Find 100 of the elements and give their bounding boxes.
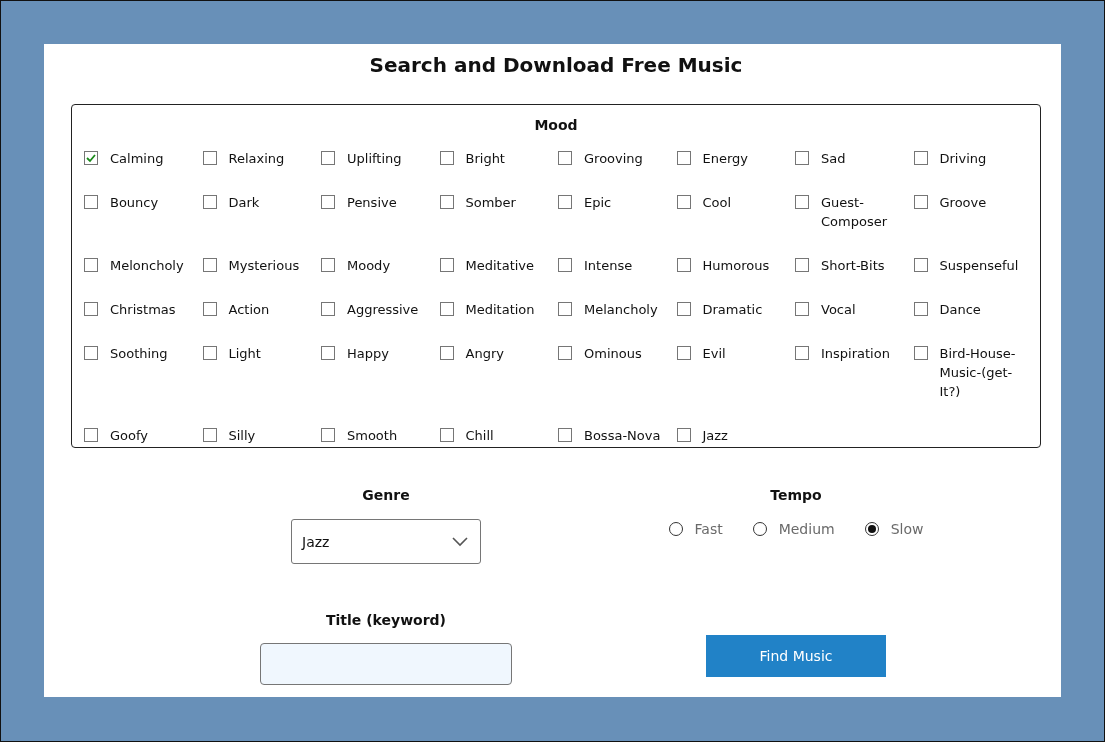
- checkbox[interactable]: [795, 258, 809, 272]
- radio-label: Slow: [890, 520, 924, 539]
- radio-button[interactable]: [752, 522, 767, 536]
- checkbox[interactable]: [913, 302, 928, 316]
- checkbox-label: Bouncy: [110, 194, 159, 212]
- checkbox[interactable]: [676, 302, 691, 316]
- checkbox-label: Guest-Composer: [821, 194, 888, 231]
- checkbox[interactable]: [558, 258, 572, 272]
- checkbox-label: Driving: [939, 150, 987, 168]
- checkbox[interactable]: [84, 195, 98, 209]
- checkbox-label: Smooth: [347, 427, 398, 445]
- checkbox[interactable]: [202, 346, 217, 360]
- checkbox-label: Uplifting: [347, 150, 402, 168]
- checkbox-label: Christmas: [110, 301, 176, 319]
- radio-button[interactable]: [668, 522, 683, 536]
- checkbox-label: Calming: [110, 150, 164, 168]
- checkbox-label: Mysterious: [228, 257, 300, 275]
- checkbox[interactable]: [795, 151, 809, 165]
- checkbox-label: Chill: [465, 427, 494, 445]
- checkbox-label: Intense: [584, 257, 633, 275]
- checkbox[interactable]: [202, 151, 217, 165]
- radio-button[interactable]: [864, 522, 879, 536]
- checkbox-label: Dark: [228, 194, 260, 212]
- radio-label: Medium: [778, 520, 835, 539]
- checkbox[interactable]: [84, 346, 98, 360]
- checkbox[interactable]: [558, 428, 572, 442]
- checkbox[interactable]: [676, 151, 691, 165]
- checkbox-label: Suspenseful: [939, 257, 1019, 275]
- checkbox-label: Evil: [702, 345, 726, 363]
- checkbox[interactable]: [202, 302, 217, 316]
- checkbox-label: Energy: [702, 150, 748, 168]
- tempo-label: Tempo: [770, 486, 822, 505]
- genre-label: Genre: [362, 486, 410, 505]
- checkbox[interactable]: [558, 346, 572, 360]
- checkbox[interactable]: [795, 346, 809, 360]
- checkbox[interactable]: [321, 258, 335, 272]
- checkbox[interactable]: [439, 346, 454, 360]
- page-title: Search and Download Free Music: [368, 52, 744, 78]
- checkbox-label: Ominous: [584, 345, 642, 363]
- chevron-down-icon: [452, 536, 468, 547]
- checkbox[interactable]: [676, 258, 691, 272]
- checkbox-label: Angry: [465, 345, 504, 363]
- checkbox-label: Moody: [347, 257, 391, 275]
- checkbox-label: Grooving: [584, 150, 643, 168]
- checkbox-label: Melancholy: [584, 301, 658, 319]
- mood-legend: Mood: [82, 115, 1030, 135]
- checkbox[interactable]: [321, 428, 335, 442]
- checkbox-label: Relaxing: [228, 150, 285, 168]
- find-music-button[interactable]: Find Music: [706, 635, 886, 677]
- genre-select[interactable]: Jazz: [291, 519, 481, 564]
- checkbox-label: Meditation: [465, 301, 535, 319]
- checkbox[interactable]: [439, 428, 454, 442]
- checkbox-label: Bird-House-Music-(get-It?): [939, 345, 1017, 401]
- checkbox-label: Happy: [347, 345, 389, 363]
- keyword-field[interactable]: [260, 643, 512, 685]
- checkbox[interactable]: [202, 428, 217, 442]
- checkbox[interactable]: [558, 151, 572, 165]
- checkbox[interactable]: [321, 151, 335, 165]
- checkbox[interactable]: [913, 151, 928, 165]
- checkbox[interactable]: [321, 346, 335, 360]
- checkbox-label: Groove: [939, 194, 987, 212]
- checkbox[interactable]: [676, 195, 691, 209]
- checkbox-label: Jazz: [702, 427, 728, 445]
- checkbox-label: Humorous: [702, 257, 770, 275]
- checkbox[interactable]: [676, 346, 691, 360]
- checkbox[interactable]: [795, 302, 809, 316]
- checkbox-label: Somber: [465, 194, 516, 212]
- checkbox[interactable]: [913, 195, 928, 209]
- checkbox[interactable]: [84, 151, 98, 165]
- checkbox-label: Action: [228, 301, 270, 319]
- checkbox[interactable]: [439, 151, 454, 165]
- checkbox[interactable]: [321, 195, 335, 209]
- checkbox-label: Cool: [702, 194, 732, 212]
- checkbox-label: Goofy: [110, 427, 149, 445]
- checkbox[interactable]: [84, 302, 98, 316]
- checkbox[interactable]: [202, 258, 217, 272]
- keyword-label: Title (keyword): [325, 611, 446, 630]
- checkbox[interactable]: [439, 302, 454, 316]
- checkbox[interactable]: [439, 258, 454, 272]
- checkbox-label: Dramatic: [702, 301, 763, 319]
- checkbox-label: Meditative: [465, 257, 535, 275]
- checkbox-label: Meloncholy: [110, 257, 184, 275]
- checkbox[interactable]: [795, 195, 809, 209]
- checkbox[interactable]: [439, 195, 454, 209]
- checkbox-label: Bright: [465, 150, 505, 168]
- checkbox[interactable]: [913, 258, 928, 272]
- checkbox[interactable]: [202, 195, 217, 209]
- checkbox-label: Dance: [939, 301, 981, 319]
- checkbox[interactable]: [84, 258, 98, 272]
- checkbox[interactable]: [558, 302, 572, 316]
- checkbox-label: Soothing: [110, 345, 168, 363]
- checkbox-label: Inspiration: [821, 345, 890, 363]
- checkbox[interactable]: [558, 195, 572, 209]
- checkbox[interactable]: [676, 428, 691, 442]
- checkbox-label: Sad: [821, 150, 846, 168]
- checkbox[interactable]: [84, 428, 98, 442]
- checkbox[interactable]: [321, 302, 335, 316]
- checkbox-label: Vocal: [821, 301, 856, 319]
- checkbox[interactable]: [913, 346, 928, 360]
- checkbox-label: Pensive: [347, 194, 397, 212]
